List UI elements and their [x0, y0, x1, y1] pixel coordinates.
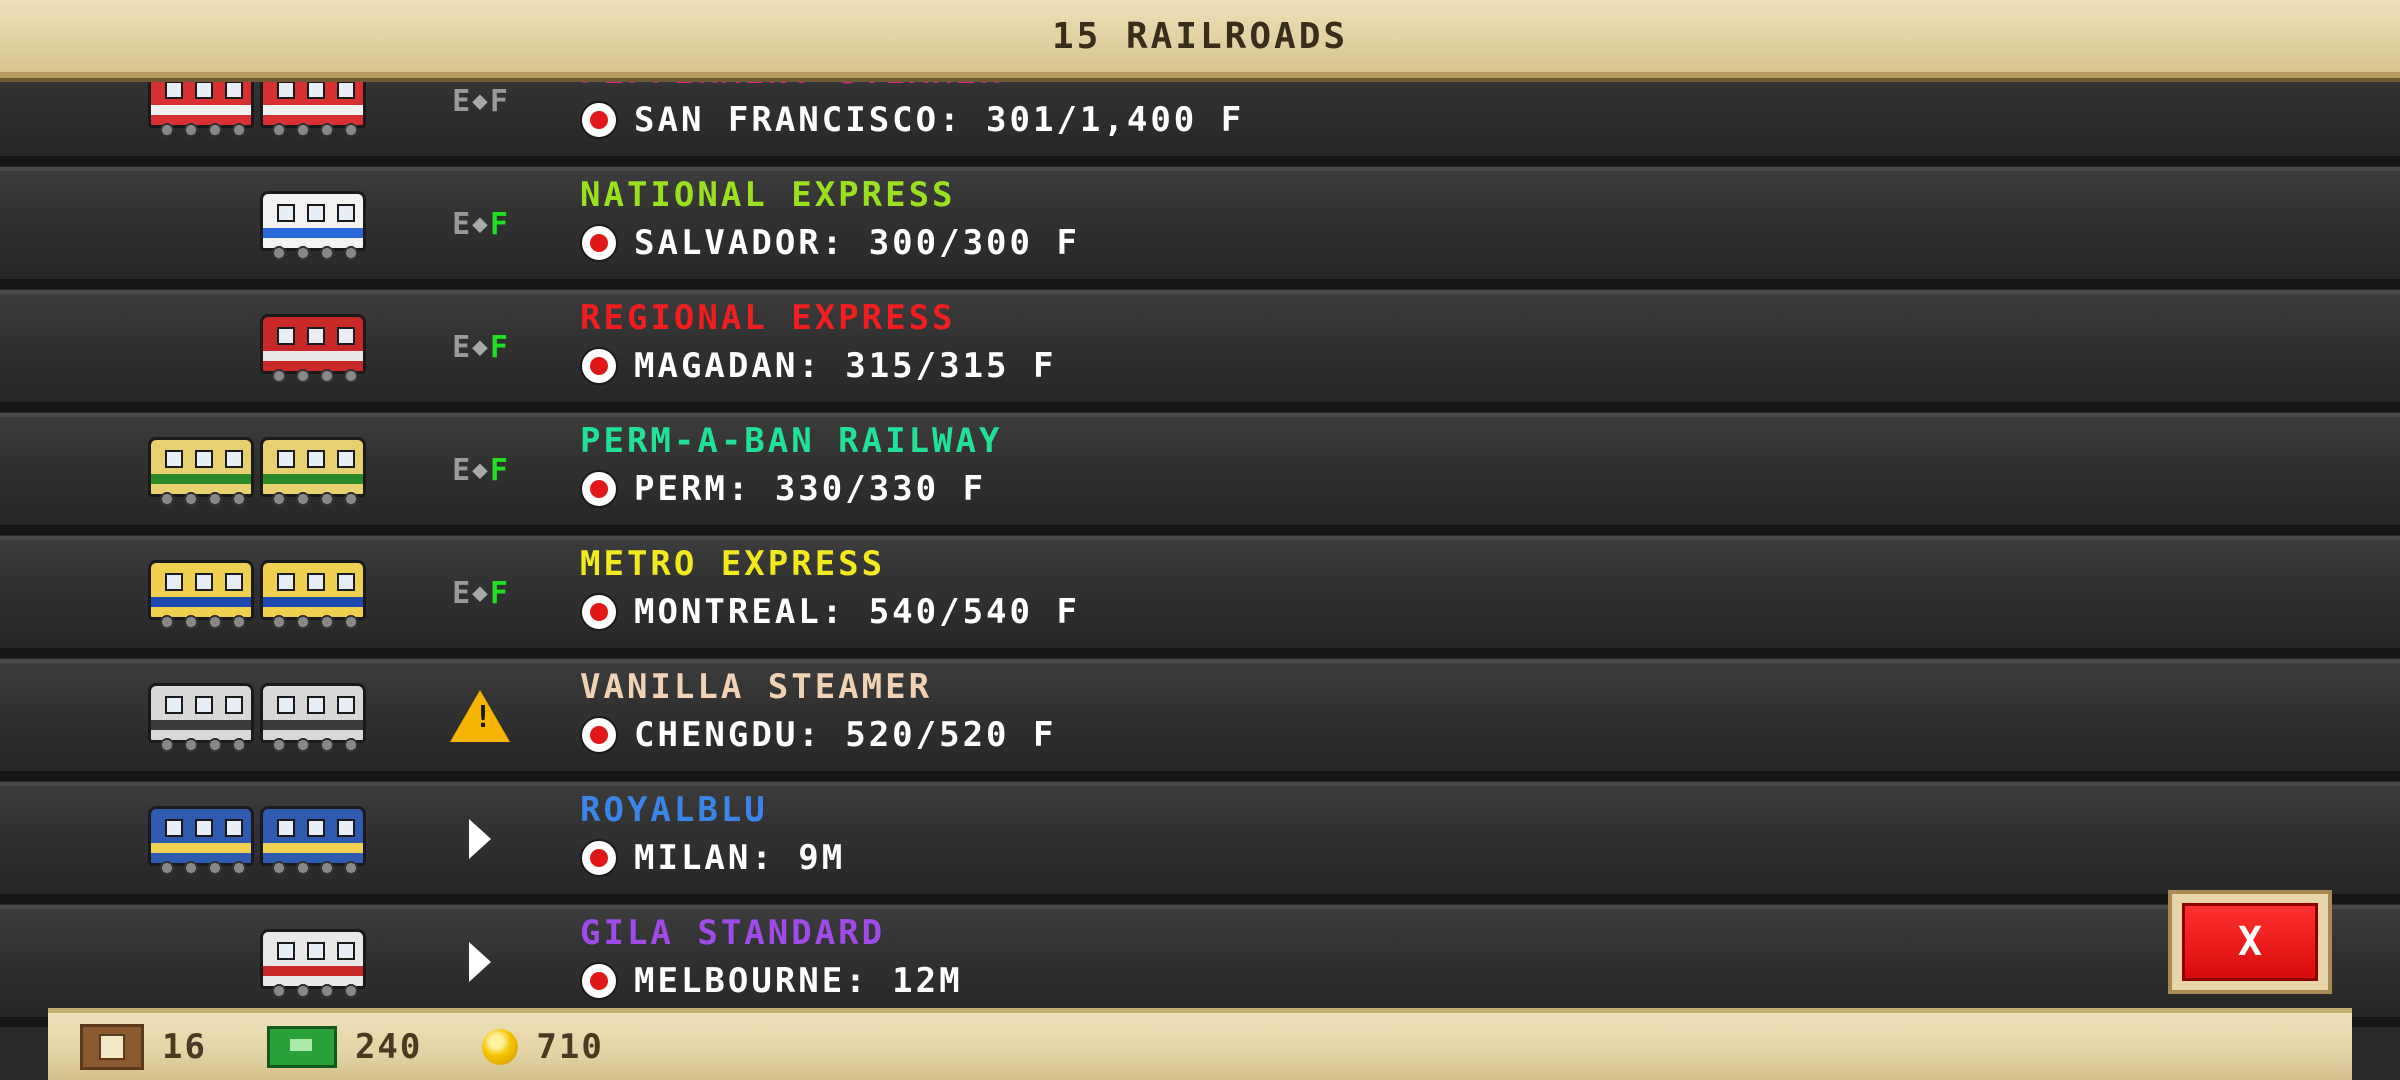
railroad-list: E◆FPEPPERMINT STEAMERSAN FRANCISCO: 301/…	[0, 0, 2400, 1080]
locomotive	[260, 191, 366, 260]
fuel-arrow-icon: ◆	[472, 209, 488, 239]
coin-count: 710	[536, 1026, 604, 1067]
train-icon	[148, 554, 372, 634]
fuel-status: E ◆ F	[452, 329, 508, 365]
destination-text: MILAN: 9M	[634, 838, 846, 878]
locomotive	[260, 560, 366, 629]
destination: MONTREAL: 540/540 F	[580, 590, 1080, 634]
destination: MAGADAN: 315/315 F	[580, 344, 1056, 388]
destination-text: SALVADOR: 300/300 F	[634, 223, 1080, 263]
cash-count: 240	[354, 1026, 423, 1067]
destination: SALVADOR: 300/300 F	[580, 221, 1080, 265]
destination-text: PERM: 330/330 F	[634, 469, 987, 509]
train-icon	[260, 185, 372, 265]
fuel-status: E ◆ F	[452, 452, 508, 488]
train-car	[148, 437, 254, 506]
railroad-name: METRO EXPRESS	[580, 544, 886, 584]
crate-counter: 16	[80, 1023, 207, 1070]
location-pin-icon	[580, 839, 618, 877]
destination: MILAN: 9M	[580, 836, 845, 880]
train-icon	[260, 308, 372, 388]
destination-text: CHENGDU: 520/520 F	[634, 715, 1057, 755]
train-car	[148, 806, 254, 875]
destination: PERM: 330/330 F	[580, 467, 986, 511]
coin-counter: 710	[482, 1027, 603, 1067]
railroad-name: NATIONAL EXPRESS	[580, 175, 956, 215]
railroad-name: REGIONAL EXPRESS	[580, 298, 956, 338]
cash-counter: 240	[266, 1025, 423, 1068]
destination: CHENGDU: 520/520 F	[580, 713, 1056, 757]
destination-text: MELBOURNE: 12M	[634, 961, 963, 1001]
location-pin-icon	[580, 716, 618, 754]
fuel-status: E ◆ F	[452, 206, 508, 242]
play-icon	[440, 937, 520, 987]
railroad-name: VANILLA STEAMER	[580, 667, 933, 707]
railroad-row[interactable]: E ◆ F NATIONAL EXPRESS SALVADOR: 300/300 F	[0, 167, 2400, 289]
destination: SAN FRANCISCO: 301/1,400 F	[580, 98, 1244, 142]
fuel-status: E ◆ F	[452, 83, 508, 119]
railroad-row[interactable]: ! VANILLA STEAMER CHENGDU: 520/520 F	[0, 659, 2400, 781]
fuel-arrow-icon: ◆	[472, 86, 488, 116]
location-pin-icon	[580, 224, 618, 262]
cash-icon	[266, 1025, 337, 1068]
location-pin-icon	[580, 101, 618, 139]
destination-text: SAN FRANCISCO: 301/1,400 F	[634, 100, 1245, 140]
location-pin-icon	[580, 347, 618, 385]
fuel-status: E ◆ F	[452, 575, 508, 611]
location-pin-icon	[580, 962, 618, 1000]
location-pin-icon	[580, 470, 618, 508]
coin-icon	[482, 1028, 519, 1065]
railroad-row[interactable]: E ◆ F PERM-A-BAN RAILWAY PERM: 330/330 F	[0, 413, 2400, 535]
destination: MELBOURNE: 12M	[580, 959, 963, 1003]
railroad-name: PERM-A-BAN RAILWAY	[580, 421, 1003, 461]
railroad-name: ROYALBLU	[580, 790, 768, 830]
close-icon[interactable]: X	[2182, 903, 2318, 981]
fuel-arrow-icon: ◆	[472, 332, 488, 362]
crate-count: 16	[162, 1026, 207, 1067]
locomotive	[260, 929, 366, 998]
train-icon	[260, 923, 372, 1003]
train-icon	[148, 800, 372, 880]
location-pin-icon	[580, 593, 618, 631]
railroad-row[interactable]: ROYALBLU MILAN: 9M	[0, 782, 2400, 904]
fuel-arrow-icon: ◆	[472, 455, 488, 485]
play-icon	[440, 814, 520, 864]
resource-bar: 16 240 710	[48, 1008, 2352, 1080]
locomotive	[260, 806, 366, 875]
railroad-row[interactable]: E ◆ F REGIONAL EXPRESS MAGADAN: 315/315 F	[0, 290, 2400, 412]
fuel-arrow-icon: ◆	[472, 578, 488, 608]
locomotive	[260, 314, 366, 383]
warning-icon: !	[440, 690, 520, 742]
train-icon	[148, 431, 372, 511]
destination-text: MAGADAN: 315/315 F	[634, 346, 1057, 386]
train-icon	[148, 677, 372, 757]
train-car	[148, 683, 254, 752]
destination-text: MONTREAL: 540/540 F	[634, 592, 1080, 632]
close-button[interactable]: X	[2168, 890, 2332, 994]
locomotive	[260, 683, 366, 752]
railroad-row[interactable]: E ◆ F METRO EXPRESS MONTREAL: 540/540 F	[0, 536, 2400, 658]
locomotive	[260, 437, 366, 506]
crate-icon	[80, 1023, 144, 1070]
railroad-name: GILA STANDARD	[580, 913, 886, 953]
train-car	[148, 560, 254, 629]
header-bar: 15 RAILROADS	[0, 0, 2400, 78]
page-title: 15 RAILROADS	[1051, 15, 1349, 57]
